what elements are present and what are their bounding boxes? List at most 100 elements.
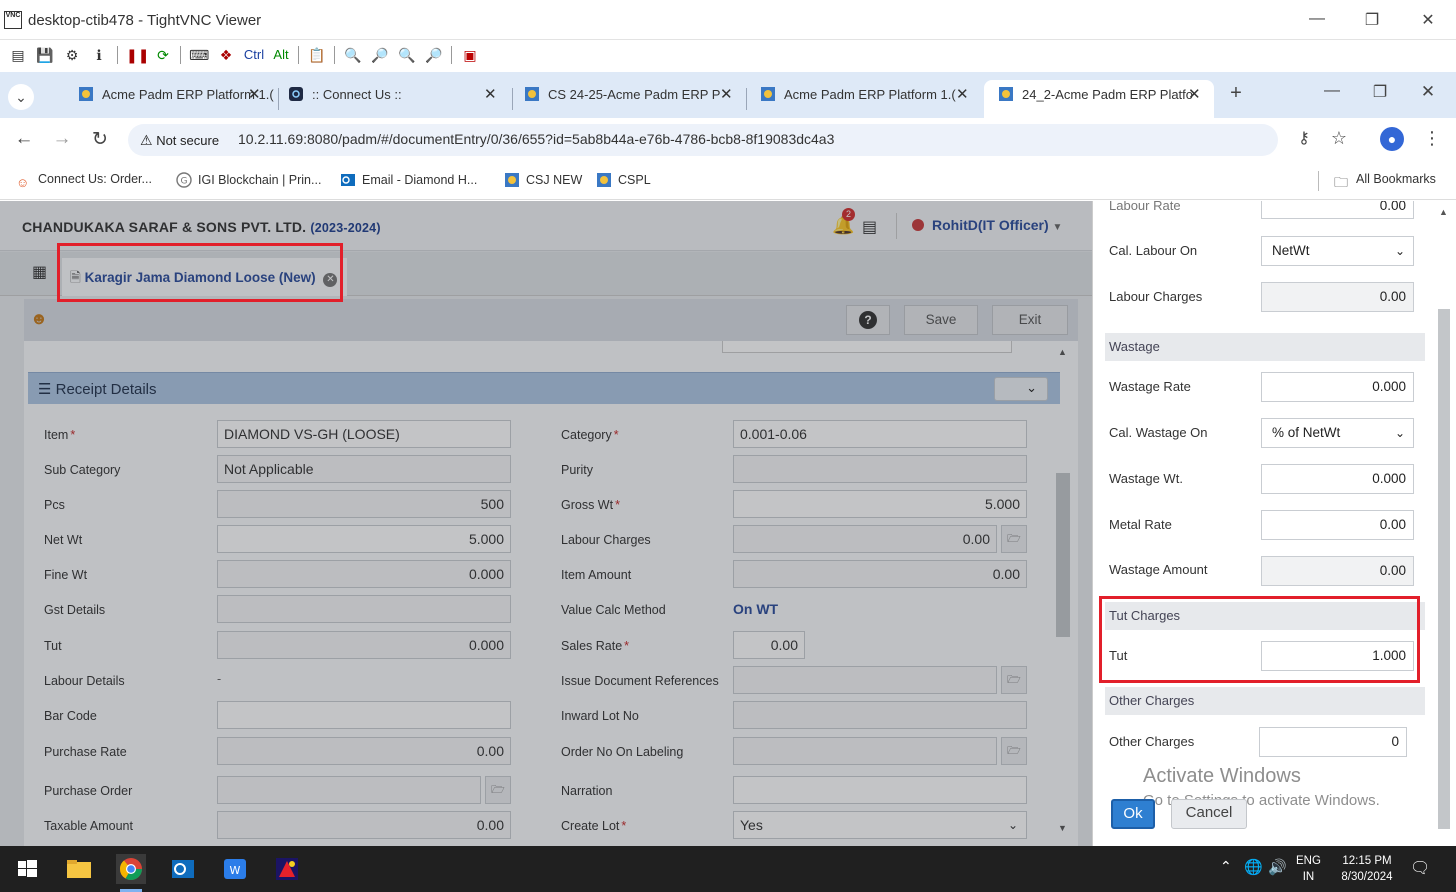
labour-rate-label: Labour Rate (1109, 201, 1181, 213)
tab-search-chevron-icon[interactable]: ⌄ (8, 84, 34, 110)
scrollbar-thumb[interactable] (1438, 309, 1450, 829)
browser-tab-3[interactable]: CS 24-25-Acme Padm ERP P ✕ (510, 80, 746, 118)
chrome-icon[interactable] (116, 854, 146, 884)
highlight-box-tut (1099, 596, 1420, 683)
forward-icon[interactable]: → (50, 128, 74, 150)
all-bookmarks-button[interactable]: 🗀 All Bookmarks (1334, 172, 1436, 190)
other-charges-group-header: Other Charges (1105, 687, 1425, 715)
graphics-app-icon[interactable] (272, 854, 302, 884)
toolbar-divider (117, 46, 118, 64)
svg-text:G: G (181, 177, 188, 187)
url-text[interactable]: 10.2.11.69:8080/padm/#/documentEntry/0/3… (238, 131, 834, 147)
browser-tab-strip: ⌄ Acme Padm ERP Platform 1.( ✕ :: Connec… (0, 72, 1456, 118)
bookmark-item[interactable]: G IGI Blockchain | Prin... (176, 172, 321, 188)
cal-labour-on-select[interactable]: NetWt ⌄ (1261, 236, 1414, 266)
labour-charges-label: Labour Charges (1109, 289, 1203, 304)
restore-icon[interactable]: ❐ (1360, 10, 1384, 30)
browser-menu-icon[interactable]: ⋮ (1420, 128, 1444, 149)
save-icon[interactable]: 💾 (35, 45, 55, 65)
browser-tab-4[interactable]: Acme Padm ERP Platform 1.( ✕ (746, 80, 982, 118)
bookmark-star-icon[interactable]: ☆ (1327, 128, 1351, 149)
zoom-in-icon[interactable]: 🔍 (343, 45, 363, 65)
tab-close-icon[interactable]: ✕ (956, 80, 969, 110)
reload-icon[interactable]: ↻ (88, 128, 112, 151)
wastage-wt-label: Wastage Wt. (1109, 471, 1183, 486)
tray-chevron-icon[interactable]: ⌃ (1220, 858, 1232, 875)
tab-close-icon[interactable]: ✕ (720, 80, 733, 110)
browser-restore-icon[interactable]: ❐ (1368, 82, 1392, 102)
alt-key-button[interactable]: Alt (270, 45, 292, 65)
refresh-icon[interactable]: ⟳ (153, 45, 173, 65)
metal-rate-field[interactable]: 0.00 (1261, 510, 1414, 540)
tab-label: Acme Padm ERP Platform 1.( (784, 87, 956, 102)
notifications-icon[interactable]: 🗨 (1410, 858, 1430, 878)
browser-minimize-icon[interactable]: — (1320, 82, 1344, 100)
browser-tab-1[interactable]: Acme Padm ERP Platform 1.( ✕ (64, 80, 278, 118)
new-tab-icon[interactable]: + (1224, 82, 1248, 105)
new-connection-icon[interactable]: ▤ (8, 45, 28, 65)
wps-office-icon[interactable]: W (220, 854, 250, 884)
erp-app: CHANDUKAKA SARAF & SONS PVT. LTD. (2023-… (0, 201, 1092, 846)
outlook-bookmark-icon (340, 172, 356, 188)
tab-close-icon[interactable]: ✕ (248, 80, 261, 110)
browser-tab-2[interactable]: :: Connect Us :: ✕ (274, 80, 510, 118)
outlook-icon[interactable] (168, 854, 198, 884)
network-icon[interactable]: 🌐 (1244, 858, 1263, 876)
charges-panel: Labour Rate 0.00 Cal. Labour On NetWt ⌄ L… (1092, 201, 1456, 846)
labour-charges-field[interactable]: 0.00 (1261, 282, 1414, 312)
browser-tab-active[interactable]: 24_2-Acme Padm ERP Platfo ✕ (984, 80, 1214, 118)
url-bar[interactable]: ⚠ Not secure 10.2.11.69:8080/padm/#/docu… (128, 124, 1278, 156)
bookmark-item[interactable]: ☺ Connect Us: Order... (16, 172, 152, 191)
bookmark-item[interactable]: CSJ NEW (504, 172, 582, 188)
wastage-wt-field[interactable]: 0.000 (1261, 464, 1414, 494)
ctrl-key-button[interactable]: Ctrl (242, 45, 266, 65)
file-explorer-icon[interactable] (64, 854, 94, 884)
cal-wastage-on-select[interactable]: % of NetWt ⌄ (1261, 418, 1414, 448)
panel-scrollbar[interactable]: ▲ (1438, 207, 1450, 837)
pause-icon[interactable]: ❚❚ (126, 45, 149, 65)
labour-rate-field[interactable]: 0.00 (1261, 201, 1414, 219)
password-key-icon[interactable]: ⚷ (1292, 128, 1316, 148)
scroll-up-icon[interactable]: ▲ (1439, 207, 1448, 217)
zoom-100-icon[interactable]: 🔍 (397, 45, 417, 65)
wastage-rate-field[interactable]: 0.000 (1261, 372, 1414, 402)
windows-start-icon[interactable] (12, 854, 42, 884)
language-indicator[interactable]: ENG IN (1296, 853, 1321, 885)
erp-icon (760, 83, 776, 101)
clock[interactable]: 12:15 PM 8/30/2024 (1334, 853, 1400, 885)
window-title: desktop-ctib478 - TightVNC Viewer (28, 12, 262, 29)
close-icon[interactable]: ✕ (1416, 10, 1440, 30)
toolbar-divider (298, 46, 299, 64)
ok-button[interactable]: Ok (1111, 799, 1155, 829)
highlight-box-doc-tab (57, 243, 343, 302)
wastage-amount-field[interactable]: 0.00 (1261, 556, 1414, 586)
tab-close-icon[interactable]: ✕ (484, 80, 497, 110)
not-secure-badge[interactable]: ⚠ Not secure (140, 132, 219, 149)
back-icon[interactable]: ← (12, 128, 36, 150)
tab-close-icon[interactable]: ✕ (1188, 80, 1201, 110)
zoom-out-icon[interactable]: 🔎 (370, 45, 390, 65)
volume-icon[interactable]: 🔊 (1268, 858, 1287, 876)
warning-icon: ⚠ (140, 132, 153, 148)
minimize-icon[interactable]: — (1305, 10, 1329, 28)
cancel-button[interactable]: Cancel (1171, 799, 1247, 829)
win-key-icon[interactable]: ❖ (216, 45, 236, 65)
windows-taskbar: W ⌃ 🌐 🔊 ENG IN 12:15 PM 8/30/2024 🗨 (0, 846, 1456, 892)
cal-labour-on-label: Cal. Labour On (1109, 243, 1198, 258)
vnc-title-bar: VNC desktop-ctib478 - TightVNC Viewer — … (0, 0, 1456, 40)
erp-icon (524, 83, 540, 101)
other-charges-field[interactable]: 0 (1259, 727, 1407, 757)
ctrl-alt-del-icon[interactable]: ⌨ (189, 45, 209, 65)
bookmark-item[interactable]: Email - Diamond H... (340, 172, 477, 188)
igi-bookmark-icon: G (176, 172, 192, 188)
options-icon[interactable]: ⚙ (62, 45, 82, 65)
clipboard-icon[interactable]: 📋 (307, 45, 327, 65)
fullscreen-icon[interactable]: ▣ (460, 45, 480, 65)
info-icon[interactable]: ℹ (89, 45, 109, 65)
browser-close-icon[interactable]: ✕ (1416, 82, 1440, 102)
profile-avatar-icon[interactable]: ● (1380, 127, 1404, 151)
wastage-amount-label: Wastage Amount (1109, 562, 1208, 577)
erp-icon (596, 172, 612, 188)
bookmark-item[interactable]: CSPL (596, 172, 651, 188)
zoom-fit-icon[interactable]: 🔎 (424, 45, 444, 65)
